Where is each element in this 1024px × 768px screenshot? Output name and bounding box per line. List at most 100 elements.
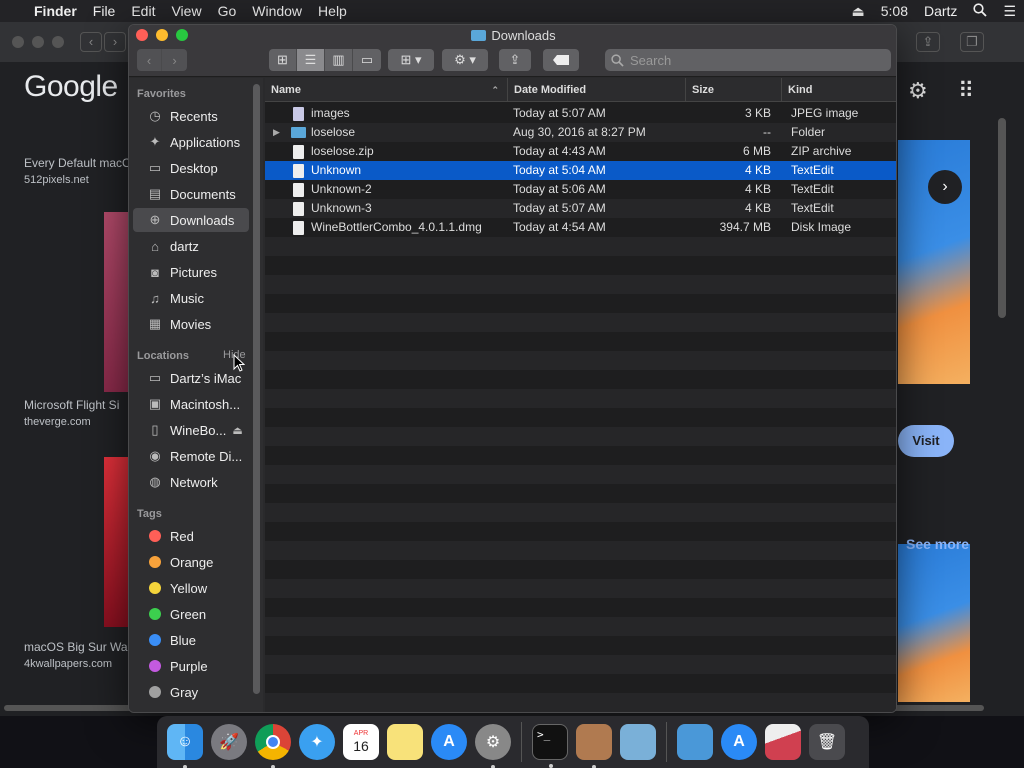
result-item[interactable]: Every Default macO 512pixels.net <box>24 156 131 186</box>
app-store-icon[interactable]: A <box>431 724 467 760</box>
menu-help[interactable]: Help <box>310 3 355 19</box>
file-name: loselose.zip <box>311 144 374 158</box>
mouse-cursor-icon <box>233 353 246 375</box>
list-view-icon[interactable]: ☰ <box>297 49 325 71</box>
sidebar-item-label: Network <box>170 474 218 490</box>
google-logo[interactable]: Google <box>24 70 118 104</box>
chrome-icon[interactable] <box>255 724 291 768</box>
sidebar-tag-orange[interactable]: Orange <box>129 550 249 574</box>
eject-icon[interactable]: ⏏ <box>232 424 242 437</box>
result-item[interactable]: Microsoft Flight Si theverge.com <box>24 398 119 428</box>
spotlight-search-icon[interactable] <box>965 2 995 20</box>
sidebar-item-imac[interactable]: ▭ Dartz’s iMac <box>129 366 249 390</box>
finder-icon[interactable]: ☺ <box>167 724 203 768</box>
disclosure-triangle-icon[interactable]: ▶ <box>273 123 280 142</box>
settings-gear-icon[interactable]: ⚙ <box>908 78 928 104</box>
browser-back-button[interactable]: ‹ <box>80 32 102 52</box>
sidebar-item-recents[interactable]: ◷ Recents <box>129 104 249 128</box>
file-row[interactable]: loselose.zip Today at 4:43 AM 6 MB ZIP a… <box>265 142 896 161</box>
sidebar-item-macintosh-hd[interactable]: ▣ Macintosh... <box>129 392 249 416</box>
share-icon[interactable]: ⇪ <box>499 49 531 71</box>
file-row[interactable]: images Today at 5:07 AM 3 KB JPEG image <box>265 104 896 123</box>
file-row-selected[interactable]: Unknown Today at 5:04 AM 4 KB TextEdit <box>265 161 896 180</box>
sidebar-item-movies[interactable]: ▦ Movies <box>129 312 249 336</box>
archive-utility-icon[interactable] <box>576 724 612 768</box>
sidebar-item-network[interactable]: ◍ Network <box>129 470 249 494</box>
column-header-size[interactable]: Size <box>685 78 781 102</box>
launchpad-icon[interactable]: 🚀 <box>211 724 247 760</box>
sidebar-item-applications[interactable]: ✦ Applications <box>129 130 249 154</box>
menu-edit[interactable]: Edit <box>123 3 163 19</box>
sidebar-tag-yellow[interactable]: Yellow <box>129 576 249 600</box>
browser-tabs-icon[interactable]: ❐ <box>960 32 984 52</box>
visit-button[interactable]: Visit <box>898 425 954 457</box>
sidebar-tag-green[interactable]: Green <box>129 602 249 626</box>
preview-icon[interactable] <box>620 724 656 760</box>
sidebar-item-winebottler-volume[interactable]: ▯ WineBo... ⏏ <box>129 418 249 442</box>
browser-zoom-button[interactable] <box>52 36 64 48</box>
sidebar-item-remote-disc[interactable]: ◉ Remote Di... <box>129 444 249 468</box>
sidebar-item-label: Green <box>170 606 207 622</box>
result-item[interactable]: macOS Big Sur Wa 4kwallpapers.com <box>24 640 128 670</box>
safari-icon[interactable]: ✦ <box>299 724 335 760</box>
result-thumbnail[interactable] <box>104 212 128 392</box>
result-thumbnail[interactable] <box>104 457 128 627</box>
browser-close-button[interactable] <box>12 36 24 48</box>
calendar-icon[interactable]: APR 16 <box>343 724 379 760</box>
wallpaper-preview[interactable] <box>898 544 970 702</box>
sidebar-item-pictures[interactable]: ◙ Pictures <box>129 260 249 284</box>
sidebar-tag-red[interactable]: Red <box>129 524 249 548</box>
browser-forward-button[interactable]: › <box>104 32 126 52</box>
sidebar-item-documents[interactable]: ▤ Documents <box>129 182 249 206</box>
column-header-date[interactable]: Date Modified <box>507 78 685 102</box>
menu-app-finder[interactable]: Finder <box>26 3 85 19</box>
trash-icon[interactable]: 🗑 <box>809 724 845 760</box>
column-header-name[interactable]: Name ⌃ <box>265 78 507 102</box>
file-date: Today at 4:54 AM <box>513 220 606 234</box>
search-field[interactable]: Search <box>605 49 891 71</box>
forward-button[interactable]: › <box>162 49 187 71</box>
clock[interactable]: 5:08 <box>873 3 916 19</box>
menu-window[interactable]: Window <box>244 3 310 19</box>
empty-row <box>265 655 896 674</box>
sidebar-item-music[interactable]: ♫ Music <box>129 286 249 310</box>
see-more-link[interactable]: See more <box>906 536 969 552</box>
back-button[interactable]: ‹ <box>137 49 162 71</box>
column-header-kind[interactable]: Kind <box>781 78 896 102</box>
sidebar-item-home[interactable]: ⌂ dartz <box>129 234 249 258</box>
terminal-icon[interactable]: >_ <box>532 724 568 768</box>
folder-icon[interactable] <box>677 724 713 760</box>
disk-image-icon[interactable] <box>765 724 801 760</box>
apps-grid-icon[interactable]: ⠿ <box>958 78 974 104</box>
edit-tags-icon[interactable] <box>543 49 579 71</box>
system-preferences-icon[interactable]: ⚙ <box>475 724 511 768</box>
carousel-next-icon[interactable]: › <box>928 170 962 204</box>
file-row[interactable]: Unknown-3 Today at 5:07 AM 4 KB TextEdit <box>265 199 896 218</box>
app-store-icon[interactable]: A <box>721 724 757 760</box>
menu-go[interactable]: Go <box>210 3 245 19</box>
browser-share-icon[interactable]: ⇪ <box>916 32 940 52</box>
sidebar-item-downloads[interactable]: ⊕ Downloads <box>133 208 249 232</box>
browser-minimize-button[interactable] <box>32 36 44 48</box>
file-row[interactable]: Unknown-2 Today at 5:06 AM 4 KB TextEdit <box>265 180 896 199</box>
sidebar-tag-blue[interactable]: Blue <box>129 628 249 652</box>
menu-view[interactable]: View <box>163 3 209 19</box>
sidebar-tag-purple[interactable]: Purple <box>129 654 249 678</box>
sidebar-item-desktop[interactable]: ▭ Desktop <box>129 156 249 180</box>
gallery-view-icon[interactable]: ▭ <box>353 49 381 71</box>
group-by-button[interactable]: ⊞ ▾ <box>388 49 434 71</box>
eject-icon[interactable]: ⏏ <box>844 3 873 20</box>
menu-file[interactable]: File <box>85 3 124 19</box>
result-source: 512pixels.net <box>24 174 89 186</box>
sidebar-scrollbar[interactable] <box>253 84 260 694</box>
file-row[interactable]: ▶ loselose Aug 30, 2016 at 8:27 PM -- Fo… <box>265 123 896 142</box>
notification-center-icon[interactable]: ☰ <box>995 3 1024 20</box>
sidebar-tag-gray[interactable]: Gray <box>129 680 249 704</box>
browser-scrollbar[interactable] <box>998 118 1006 318</box>
notes-icon[interactable] <box>387 724 423 760</box>
action-gear-icon[interactable]: ⚙ ▾ <box>442 49 488 71</box>
user-menu[interactable]: Dartz <box>916 3 965 19</box>
column-view-icon[interactable]: ▥ <box>325 49 353 71</box>
file-row[interactable]: WineBottlerCombo_4.0.1.1.dmg Today at 4:… <box>265 218 896 237</box>
icon-view-icon[interactable]: ⊞ <box>269 49 297 71</box>
